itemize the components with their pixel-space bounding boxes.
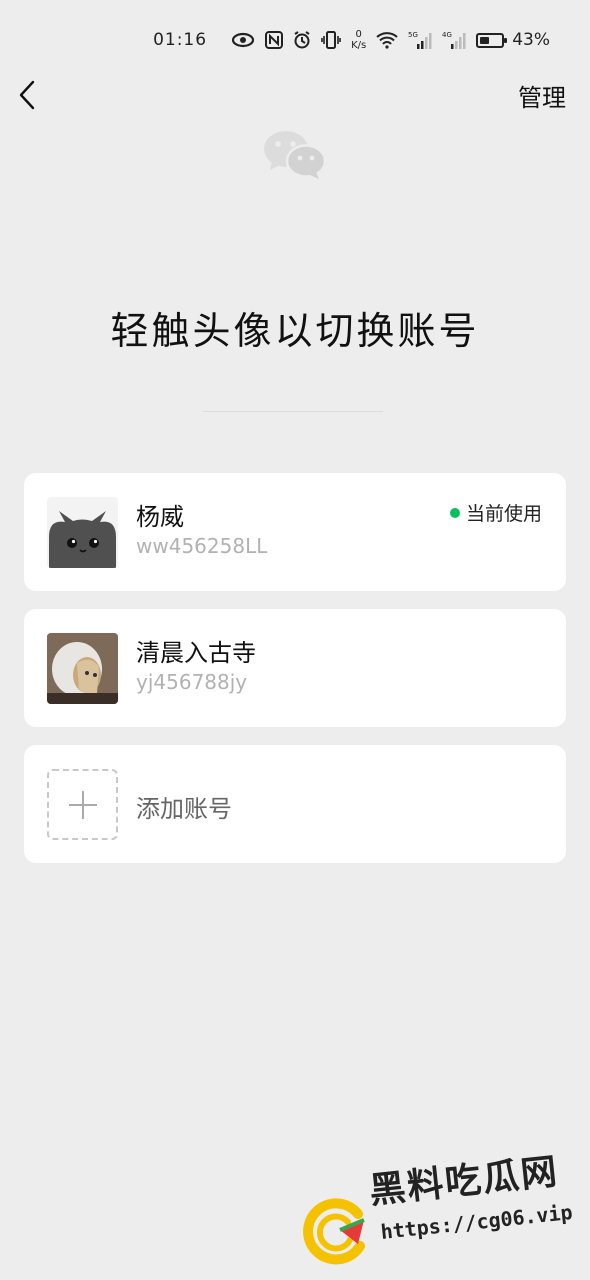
account-id: ww456258LL xyxy=(136,534,268,558)
vibrate-icon xyxy=(321,29,341,51)
battery-icon xyxy=(476,32,508,48)
status-time: 01:16 xyxy=(153,30,208,50)
current-status-badge: 当前使用 xyxy=(449,499,542,526)
account-name: 杨威 xyxy=(136,503,184,531)
avatar-cat xyxy=(47,497,118,568)
nav-bar: 管理 xyxy=(0,70,590,120)
wechat-logo-icon xyxy=(264,131,327,179)
back-button[interactable] xyxy=(18,75,48,115)
add-account-card[interactable]: 添加账号 xyxy=(24,745,566,863)
eye-icon xyxy=(231,29,255,51)
account-card-current[interactable]: 杨威 ww456258LL 当前使用 xyxy=(24,473,566,591)
account-id: yj456788jy xyxy=(136,670,248,694)
signal-4g-label: 4G xyxy=(442,31,452,39)
divider xyxy=(203,411,383,412)
avatar-portrait xyxy=(47,633,118,704)
watermark-logo-icon xyxy=(303,1198,365,1265)
net-speed-unit: K/s xyxy=(351,40,367,51)
add-account-label: 添加账号 xyxy=(136,795,232,823)
wifi-icon xyxy=(376,29,398,51)
nfc-icon xyxy=(265,29,284,51)
account-name: 清晨入古寺 xyxy=(136,639,256,667)
signal-5g-icon: 5G xyxy=(408,29,432,51)
manage-button[interactable]: 管理 xyxy=(518,78,566,113)
account-switch-screen: 01:16 0 K/s 5G 4G 43% 管理 轻触头像以切换账号 杨威 ww… xyxy=(0,0,590,1280)
status-bar: 01:16 0 K/s 5G 4G 43% xyxy=(0,0,590,80)
plus-icon xyxy=(68,790,97,819)
alarm-icon xyxy=(293,29,311,51)
chevron-left-icon xyxy=(19,80,35,110)
current-status-label: 当前使用 xyxy=(465,503,542,525)
green-dot-icon xyxy=(449,507,460,518)
net-speed: 0 K/s xyxy=(351,29,366,51)
watermark: 黑料吃瓜网 https://cg06.vip xyxy=(296,1151,576,1270)
account-card[interactable]: 清晨入古寺 yj456788jy xyxy=(24,609,566,727)
battery-percent: 43% xyxy=(512,30,550,50)
net-speed-value: 0 xyxy=(355,29,362,40)
signal-5g-label: 5G xyxy=(408,31,418,39)
page-title: 轻触头像以切换账号 xyxy=(110,309,480,353)
signal-4g-icon: 4G xyxy=(442,29,466,51)
battery-indicator: 43% xyxy=(476,30,550,50)
add-account-box xyxy=(47,769,118,840)
